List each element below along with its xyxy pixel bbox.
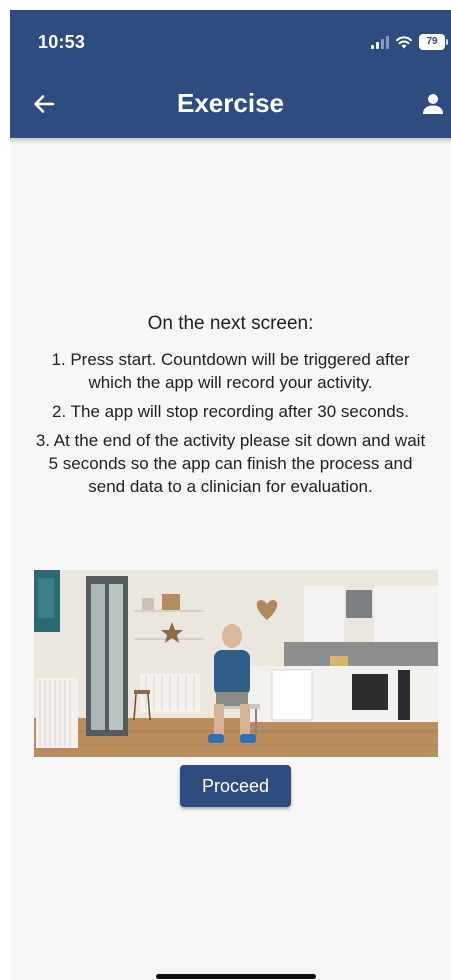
instruction-step-3: 3. At the end of the activity please sit…: [35, 431, 426, 496]
app-screen: 10:53 79 Exercise On the next screen: 1.…: [10, 10, 451, 980]
page-title: Exercise: [177, 88, 284, 118]
instructions-block: On the next screen: 1. Press start. Coun…: [30, 312, 431, 504]
status-indicators: 79: [371, 32, 448, 52]
user-icon[interactable]: [419, 90, 447, 118]
instruction-step-1: 1. Press start. Countdown will be trigge…: [51, 350, 410, 392]
status-time: 10:53: [38, 32, 86, 52]
wifi-icon: [396, 36, 412, 49]
battery-icon: 79: [419, 34, 448, 50]
arrow-left-icon[interactable]: [30, 90, 58, 118]
instruction-step-2: 2. The app will stop recording after 30 …: [52, 402, 409, 421]
exercise-demo-image: [34, 570, 438, 757]
proceed-button[interactable]: Proceed: [180, 765, 291, 807]
app-bar-shadow: [10, 138, 451, 144]
top-app-bar: 10:53 79 Exercise: [10, 10, 451, 138]
home-indicator[interactable]: [156, 974, 316, 979]
instructions-heading: On the next screen:: [147, 313, 314, 334]
cellular-signal-icon: [371, 35, 389, 49]
